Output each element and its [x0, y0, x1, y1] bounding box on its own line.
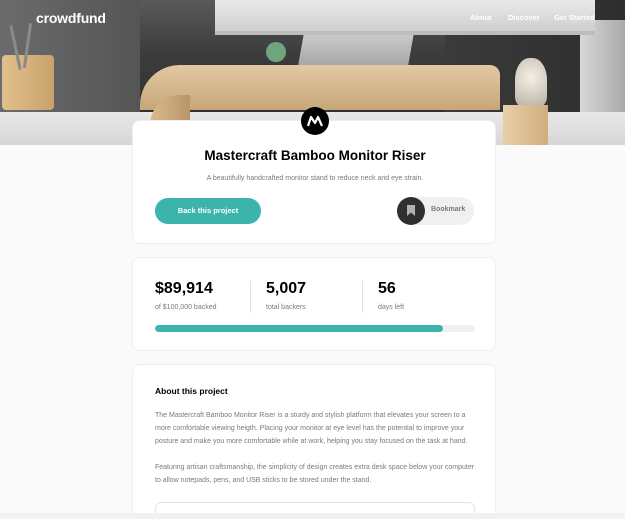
hero-bamboo-riser: [140, 65, 500, 110]
stat-days-left: 56 days left: [378, 280, 404, 311]
back-project-button[interactable]: Back this project: [155, 198, 261, 224]
stat-backed: $89,914 of $100,000 backed: [155, 280, 217, 311]
stat-backers: 5,007 total backers: [266, 280, 306, 311]
bookmark-label: Bookmark: [431, 206, 466, 213]
nav-link-get-started[interactable]: Get Started: [554, 13, 594, 22]
bookmark-icon-circle: [397, 197, 425, 225]
project-subtitle: A beautifully handcrafted monitor stand …: [206, 175, 424, 182]
bookmark-button[interactable]: Bookmark: [397, 197, 474, 225]
bookmark-icon: [407, 205, 415, 216]
stat-backers-label: total backers: [266, 304, 306, 311]
stat-backed-label: of $100,000 backed: [155, 304, 217, 311]
site-logo[interactable]: crowdfund: [36, 10, 106, 26]
about-paragraph: Featuring artisan craftsmanship, the sim…: [155, 464, 475, 484]
page-bottom-strip: [0, 513, 625, 519]
hero-pencil-cup: [2, 23, 54, 110]
about-paragraph: The Mastercraft Bamboo Monitor Riser is …: [155, 412, 468, 445]
hero-lamp-bulb: [515, 58, 547, 106]
stat-divider: [250, 281, 251, 313]
hero-lamp-base: [503, 105, 548, 145]
stat-divider: [362, 281, 363, 313]
about-card: About this project The Mastercraft Bambo…: [132, 364, 496, 519]
stat-days-left-label: days left: [378, 304, 405, 311]
stat-days-left-value: 56: [378, 280, 396, 297]
nav-link-discover[interactable]: Discover: [508, 13, 540, 22]
stats-card: $89,914 of $100,000 backed 5,007 total b…: [132, 257, 496, 351]
funding-progress-bar: [155, 325, 475, 332]
stat-backers-value: 5,007: [266, 280, 307, 297]
funding-progress-fill: [155, 325, 443, 332]
stat-backed-value: $89,914: [155, 280, 213, 297]
mastercraft-logo-icon: [301, 107, 329, 135]
nav-link-about[interactable]: About: [470, 13, 492, 22]
top-nav: crowdfund About Discover Get Started: [0, 10, 625, 31]
project-header-card: Mastercraft Bamboo Monitor Riser A beaut…: [132, 107, 496, 244]
project-title: Mastercraft Bamboo Monitor Riser: [204, 148, 426, 163]
hero-frog-figurine: [266, 42, 286, 62]
about-title: About this project: [155, 386, 228, 396]
